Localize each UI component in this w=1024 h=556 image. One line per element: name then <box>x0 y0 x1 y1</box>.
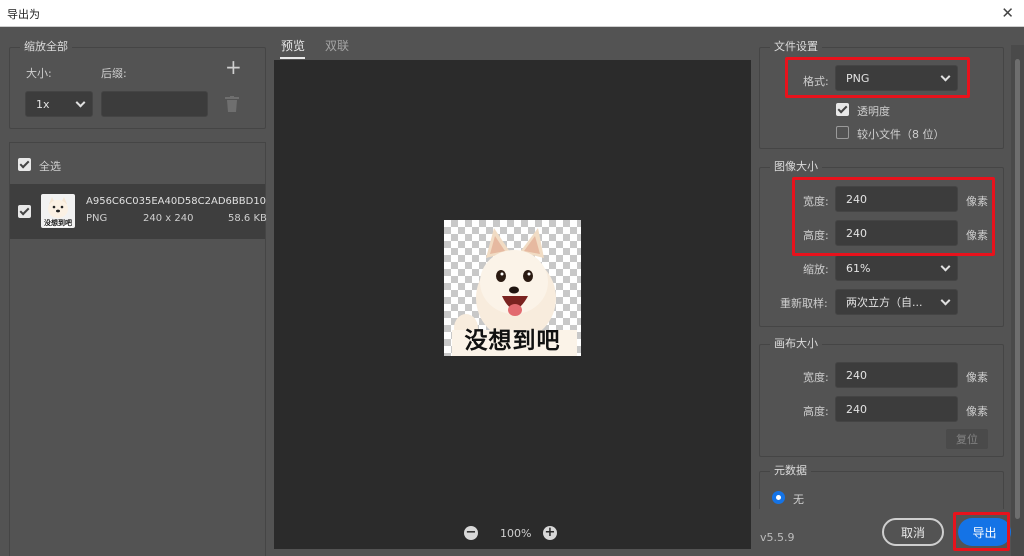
transparency-label: 透明度 <box>857 105 890 118</box>
canvas-height-label: 高度: <box>803 405 829 418</box>
canvas-height-value: 240 <box>846 402 867 416</box>
format-select-value: PNG <box>846 71 870 85</box>
export-button[interactable]: 导出 <box>958 518 1011 546</box>
canvas-size-group: 画布大小 宽度: 240 像素 高度: 240 像素 复位 <box>759 337 1004 457</box>
reset-button[interactable]: 复位 <box>946 429 988 449</box>
scale-select[interactable]: 61% <box>835 255 958 281</box>
resample-label: 重新取样: <box>780 297 828 310</box>
image-height-unit: 像素 <box>966 229 988 242</box>
canvas-size-legend: 画布大小 <box>770 337 822 351</box>
scale-label: 缩放: <box>803 263 829 276</box>
smaller-file-label: 较小文件（8 位） <box>857 128 945 141</box>
footer-bar: v5.5.9 取消 导出 <box>752 509 1011 556</box>
image-size-group: 图像大小 宽度: 240 像素 高度: 240 像素 缩放: 61% 重新取样:… <box>759 160 1004 327</box>
chevron-down-icon <box>940 261 951 272</box>
canvas-width-unit: 像素 <box>966 371 988 384</box>
scale-all-legend: 缩放全部 <box>20 40 72 54</box>
canvas-height-unit: 像素 <box>966 405 988 418</box>
image-width-label: 宽度: <box>803 195 829 208</box>
file-settings-group: 文件设置 格式: PNG 透明度 较小文件（8 位） <box>759 40 1004 149</box>
canvas-width-value: 240 <box>846 368 867 382</box>
chevron-down-icon <box>940 71 951 82</box>
chevron-down-icon <box>75 97 86 108</box>
tab-preview-underline <box>280 57 305 59</box>
select-all-checkbox[interactable] <box>18 158 31 171</box>
scrollbar-thumb[interactable] <box>1015 59 1020 519</box>
file-thumbnail: 没想到吧 <box>41 194 75 228</box>
window-title: 导出为 <box>7 8 40 21</box>
smaller-file-checkbox[interactable] <box>836 126 849 139</box>
chevron-down-icon <box>940 295 951 306</box>
resample-select[interactable]: 两次立方（自... <box>835 289 958 315</box>
image-width-input[interactable]: 240 <box>835 186 958 212</box>
zoom-in-icon[interactable]: + <box>543 526 557 540</box>
image-height-value: 240 <box>846 226 867 240</box>
zoom-level: 100% <box>500 527 532 540</box>
select-all-label: 全选 <box>39 160 61 173</box>
metadata-none-radio[interactable] <box>772 491 785 504</box>
scale-all-group: 缩放全部 大小: 后缀: + 1x <box>9 40 266 129</box>
suffix-input[interactable] <box>101 91 208 117</box>
file-row[interactable]: 没想到吧 A956C6C035EA40D58C2AD6BBD10 PNG 240… <box>10 184 267 239</box>
size-label: 大小: <box>26 67 52 80</box>
select-all-row[interactable]: 全选 <box>10 143 265 184</box>
file-format: PNG <box>86 213 108 224</box>
image-height-input[interactable]: 240 <box>835 220 958 246</box>
format-label: 格式: <box>803 75 829 88</box>
size-select-value: 1x <box>36 97 50 111</box>
image-height-label: 高度: <box>803 229 829 242</box>
preview-caption: 没想到吧 <box>464 328 561 354</box>
file-size: 58.6 KB <box>228 213 267 224</box>
suffix-label: 后缀: <box>101 67 127 80</box>
resample-select-value: 两次立方（自... <box>846 296 923 309</box>
add-scale-icon[interactable]: + <box>225 57 242 77</box>
image-width-value: 240 <box>846 192 867 206</box>
metadata-legend: 元数据 <box>770 464 811 478</box>
export-dialog: 缩放全部 大小: 后缀: + 1x 全选 没想到吧 A956C6C035EA40… <box>0 27 1024 556</box>
zoom-out-icon[interactable]: − <box>464 526 478 540</box>
canvas-width-label: 宽度: <box>803 371 829 384</box>
image-size-legend: 图像大小 <box>770 160 822 174</box>
tab-two-up[interactable]: 双联 <box>325 37 349 54</box>
file-name: A956C6C035EA40D58C2AD6BBD10 <box>86 196 267 207</box>
canvas-height-input[interactable]: 240 <box>835 396 958 422</box>
file-dimensions: 240 x 240 <box>143 213 194 224</box>
format-select[interactable]: PNG <box>835 65 958 91</box>
file-settings-legend: 文件设置 <box>770 40 822 54</box>
version-label: v5.5.9 <box>760 531 795 544</box>
preview-canvas[interactable]: 没想到吧 − 100% + <box>274 60 751 549</box>
trash-icon[interactable] <box>225 96 239 112</box>
export-button-label: 导出 <box>972 525 997 540</box>
title-bar: 导出为 ✕ <box>0 0 1024 27</box>
image-width-unit: 像素 <box>966 195 988 208</box>
file-checkbox[interactable] <box>18 205 31 218</box>
settings-scrollbar[interactable] <box>1011 45 1024 556</box>
close-icon[interactable]: ✕ <box>1001 4 1014 22</box>
file-list-panel: 全选 没想到吧 A956C6C035EA40D58C2AD6BBD10 PNG … <box>9 142 267 556</box>
radio-dot <box>776 495 781 500</box>
reset-button-label: 复位 <box>956 433 978 446</box>
canvas-width-input[interactable]: 240 <box>835 362 958 388</box>
size-select[interactable]: 1x <box>25 91 93 117</box>
tab-preview[interactable]: 预览 <box>281 37 305 54</box>
transparency-checkbox[interactable] <box>836 103 849 116</box>
cancel-button[interactable]: 取消 <box>882 518 944 546</box>
cancel-button-label: 取消 <box>900 525 925 540</box>
preview-image: 没想到吧 <box>444 220 581 356</box>
scale-select-value: 61% <box>846 261 871 275</box>
metadata-none-label: 无 <box>793 493 804 506</box>
thumb-caption: 没想到吧 <box>44 219 72 227</box>
